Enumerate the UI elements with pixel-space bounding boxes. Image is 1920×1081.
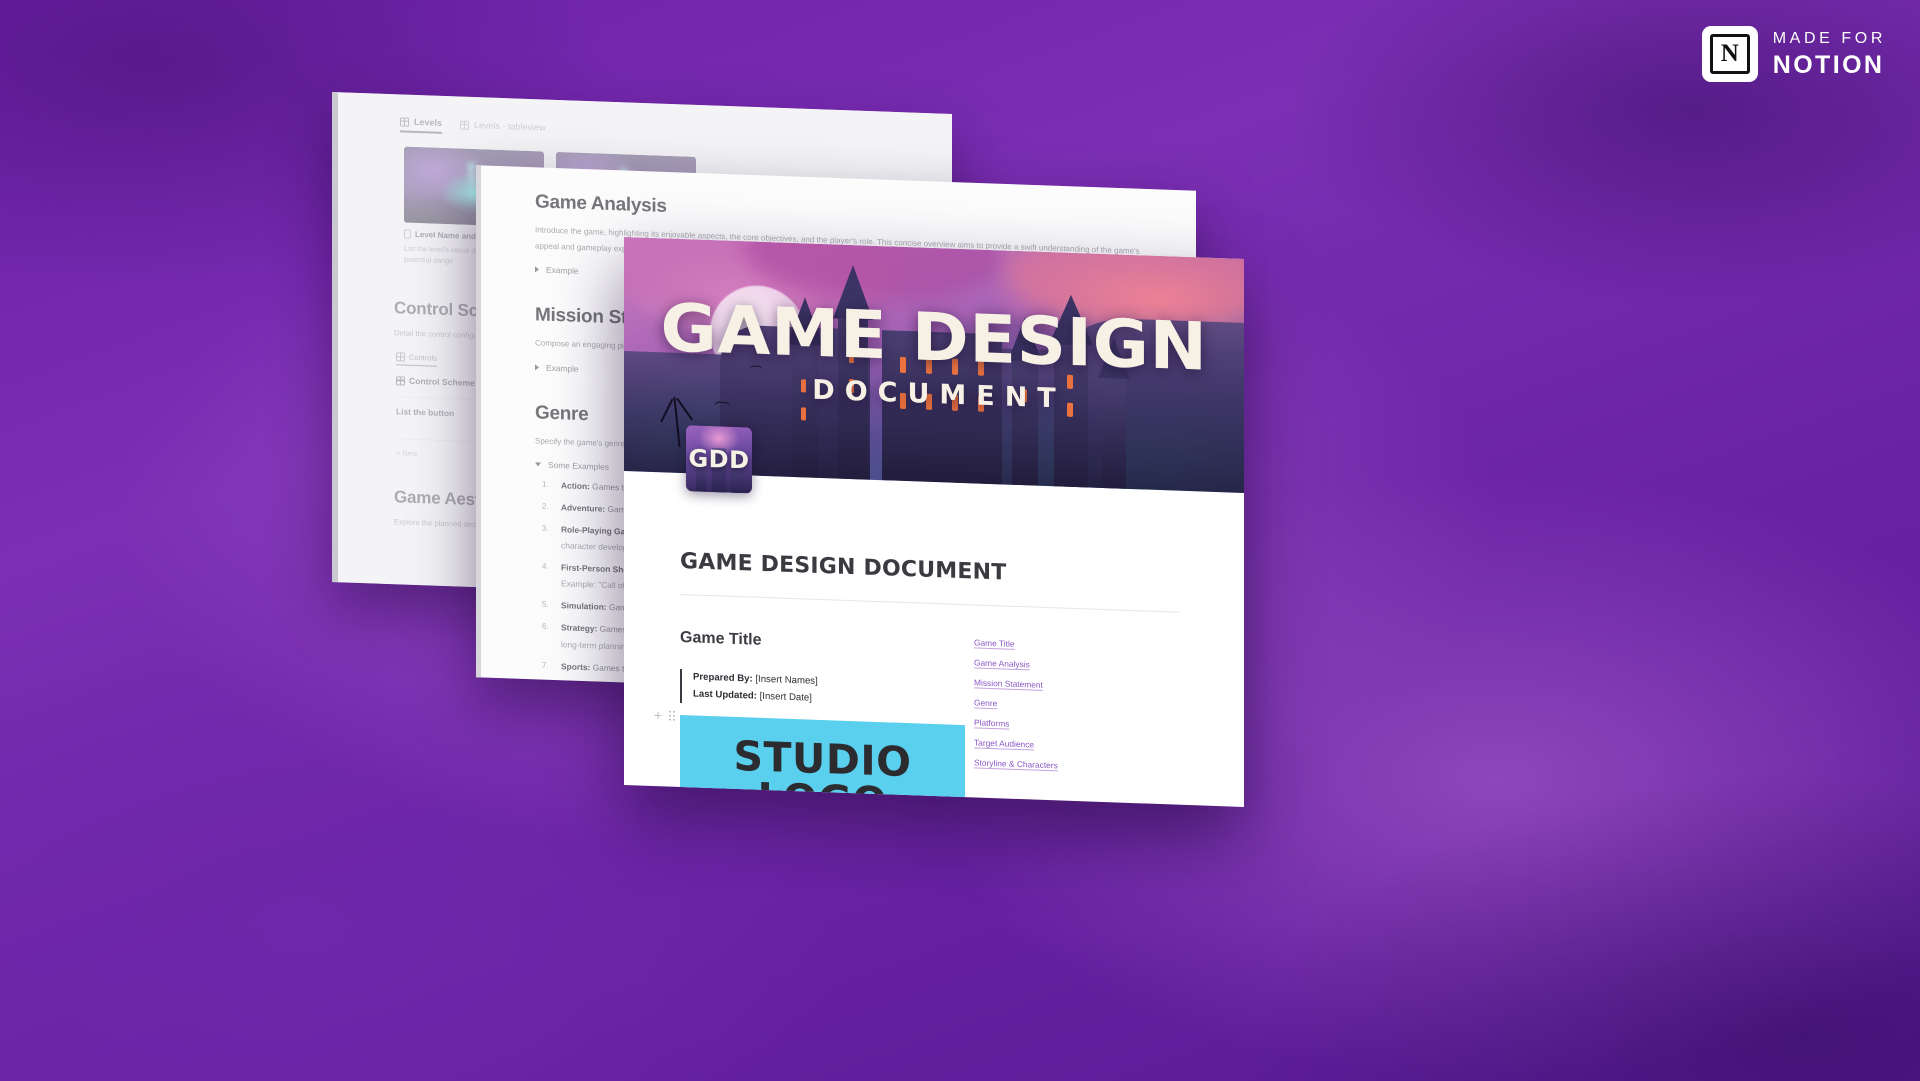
database-icon — [396, 376, 405, 386]
cover-title-line1: GAME DESIGN — [660, 289, 1208, 386]
notion-logo-icon: N — [1701, 26, 1758, 82]
table-of-contents: Game Title Game Analysis Mission Stateme… — [974, 637, 1058, 770]
genre-term: Simulation: — [561, 600, 607, 613]
prepared-by-quote-block[interactable]: Prepared By: [Insert Names] Last Updated… — [680, 668, 1244, 723]
db-tab-label: Levels - tableview — [474, 120, 546, 133]
page-icon — [404, 229, 411, 239]
genre-text: Games — [599, 624, 627, 636]
last-updated-label: Last Updated: — [693, 688, 757, 702]
toc-link-game-analysis[interactable]: Game Analysis — [974, 657, 1058, 670]
db-tab-label: Controls — [409, 353, 437, 364]
prepared-by-value: [Insert Names] — [755, 673, 818, 687]
toc-link-mission-statement[interactable]: Mission Statement — [974, 677, 1058, 690]
genre-term: Role-Playing Gan — [561, 524, 631, 538]
block-controls[interactable]: + — [654, 707, 676, 723]
database-icon — [396, 352, 405, 362]
prepared-by-label: Prepared By: — [693, 671, 753, 685]
section-heading-game-title[interactable]: Game Title — [680, 629, 1244, 667]
toc-link-genre[interactable]: Genre — [974, 697, 1058, 710]
db-tab-levels[interactable]: Levels — [400, 116, 443, 134]
genre-term: Sports: — [561, 660, 591, 672]
db-tab-controls[interactable]: Controls — [396, 352, 437, 368]
db-tab-levels-tableview[interactable]: Levels - tableview — [460, 120, 546, 137]
column-label: Control Scheme — [409, 376, 475, 389]
notion-mark-letter: N — [1709, 34, 1750, 74]
database-icon — [460, 120, 470, 130]
last-updated-value: [Insert Date] — [759, 690, 812, 704]
badge-line-1: MADE FOR — [1772, 29, 1886, 47]
page-icon-label: GDD — [688, 444, 750, 475]
page-icon-gdd[interactable]: GDD — [686, 425, 752, 494]
genre-term: First-Person Sho — [561, 562, 629, 576]
db-tab-label: Levels — [414, 116, 443, 128]
database-icon — [400, 116, 409, 127]
toggle-label: Some Examples — [548, 460, 609, 473]
toc-link-game-title[interactable]: Game Title — [974, 637, 1058, 650]
chevron-right-icon — [535, 266, 539, 273]
chevron-down-icon — [535, 462, 541, 467]
genre-term: Action: — [561, 480, 590, 492]
genre-term: Strategy: — [561, 622, 598, 635]
chevron-right-icon — [535, 364, 539, 371]
toc-link-platforms[interactable]: Platforms — [974, 717, 1058, 730]
cover-title: GAME DESIGN DOCUMENT — [624, 289, 1244, 421]
toc-link-target-audience[interactable]: Target Audience — [974, 737, 1058, 750]
toggle-label: Example — [546, 264, 579, 277]
document-body: GAME DESIGN DOCUMENT Game Title Prepared… — [624, 471, 1244, 808]
genre-term: Adventure: — [561, 502, 606, 515]
add-block-button[interactable]: + — [654, 707, 662, 723]
badge-line-2: NOTION — [1772, 50, 1885, 79]
toggle-label: Example — [546, 362, 579, 374]
divider — [680, 593, 1180, 613]
drag-handle-icon[interactable] — [669, 710, 676, 721]
front-window-game-design-document[interactable]: GAME DESIGN DOCUMENT GDD GAME DESIGN DOC… — [624, 236, 1244, 808]
table-column-header[interactable]: Control Scheme — [396, 376, 475, 389]
made-for-notion-badge: N MADE FOR NOTION — [1701, 26, 1886, 82]
page-title[interactable]: GAME DESIGN DOCUMENT — [680, 549, 1244, 594]
